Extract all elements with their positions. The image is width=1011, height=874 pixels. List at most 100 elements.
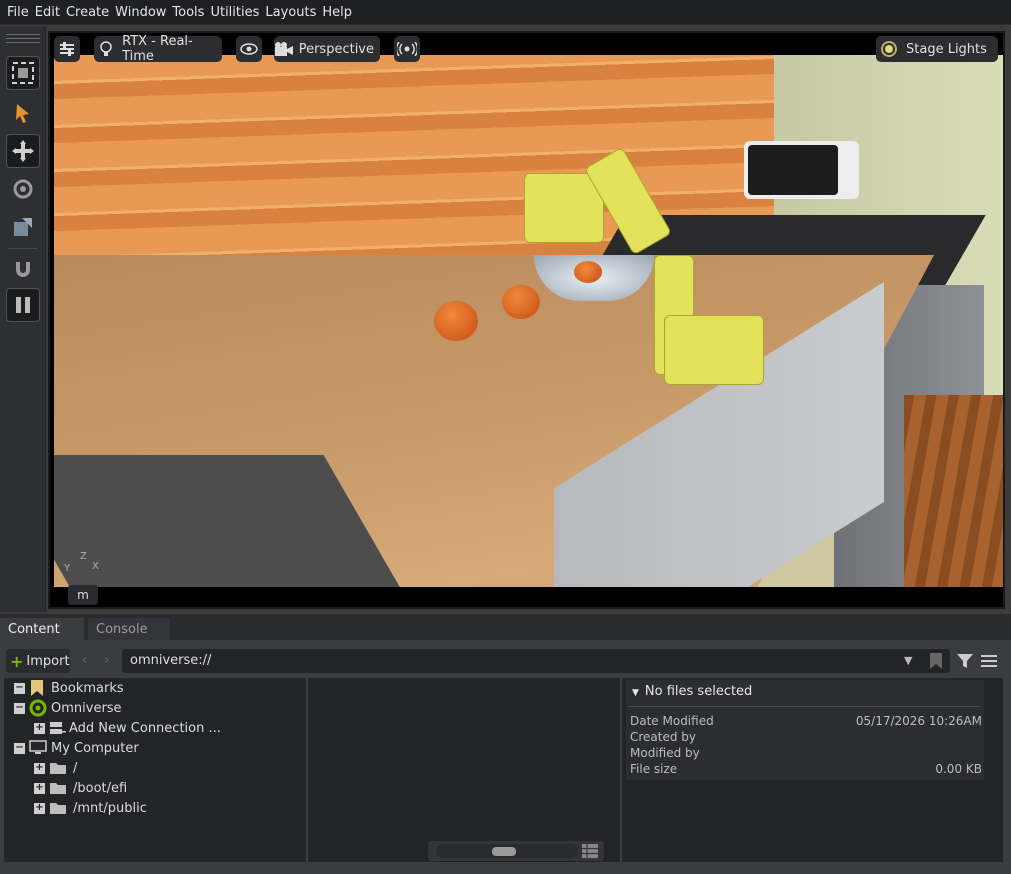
left-toolbar <box>0 26 46 612</box>
file-info-box: ▼ No files selected Date Modified 05/17/2… <box>626 680 984 780</box>
menu-tools[interactable]: Tools <box>169 5 207 20</box>
folder-tree: − Bookmarks − Omniverse + Add New Connec… <box>4 678 306 862</box>
scale-icon <box>14 218 32 236</box>
grid-view-icon[interactable] <box>582 844 598 858</box>
computer-icon <box>29 740 47 754</box>
robot-gripper <box>664 315 764 385</box>
bookmark-icon[interactable] <box>928 652 944 670</box>
folder-icon <box>50 763 66 774</box>
orange <box>574 261 602 283</box>
camera-icon <box>275 42 294 56</box>
menu-utilities[interactable]: Utilities <box>207 5 262 20</box>
expand-icon[interactable]: + <box>34 802 45 814</box>
tab-console[interactable]: Console <box>88 618 170 640</box>
created-by-row: Created by <box>630 730 697 744</box>
toolbar-grip[interactable] <box>6 34 40 46</box>
orange <box>434 301 478 341</box>
bookmark-folder-icon <box>31 680 43 696</box>
stage-lights-dropdown[interactable]: Stage Lights <box>876 36 998 62</box>
sun-icon <box>881 41 897 57</box>
folder-icon <box>50 783 66 794</box>
visibility-button[interactable] <box>236 36 262 62</box>
path-dropdown-icon[interactable]: ▼ <box>904 654 912 667</box>
menu-file[interactable]: File <box>4 5 32 20</box>
renderer-label: RTX - Real-Time <box>122 34 193 64</box>
tree-item-mnt-public[interactable]: + /mnt/public <box>34 798 147 818</box>
cursor-arrow-icon <box>16 104 29 123</box>
omniverse-icon <box>29 699 47 717</box>
lightbulb-icon <box>100 41 112 56</box>
select-tool-button[interactable] <box>6 96 40 130</box>
forward-arrow-icon[interactable]: › <box>104 652 110 668</box>
date-modified-row: Date Modified 05/17/2026 10:26AM <box>630 714 982 728</box>
expand-icon[interactable]: + <box>34 762 45 774</box>
renderer-dropdown[interactable]: RTX - Real-Time <box>94 34 222 64</box>
content-browser: + Import ‹ › omniverse:// ▼ − Bookmarks … <box>0 640 1011 874</box>
tab-content[interactable]: Content <box>0 618 84 640</box>
collapse-triangle-icon: ▼ <box>632 688 639 698</box>
tree-item-root[interactable]: + / <box>34 758 77 778</box>
tree-item-boot-efi[interactable]: + /boot/efi <box>34 778 127 798</box>
menu-help[interactable]: Help <box>319 5 355 20</box>
info-header[interactable]: ▼ No files selected <box>632 684 752 699</box>
path-input[interactable]: omniverse:// <box>122 649 950 673</box>
collapse-icon[interactable]: − <box>14 682 25 694</box>
magnet-icon <box>16 262 30 277</box>
camera-label: Perspective <box>298 41 374 57</box>
tree-item-omniverse[interactable]: − Omniverse <box>14 698 122 718</box>
pause-button[interactable] <box>6 288 40 322</box>
file-list[interactable] <box>308 678 620 862</box>
expand-icon[interactable]: + <box>34 782 45 794</box>
folder-icon <box>50 803 66 814</box>
scale-tool-button[interactable] <box>6 210 40 244</box>
plus-icon: + <box>10 651 24 671</box>
import-label: Import <box>26 653 70 669</box>
modified-by-row: Modified by <box>630 746 700 760</box>
menu-create[interactable]: Create <box>63 5 112 20</box>
move-arrows-icon <box>12 140 34 162</box>
select-box-icon <box>12 62 34 84</box>
slider-thumb[interactable] <box>492 847 516 856</box>
rotate-tool-button[interactable] <box>6 172 40 206</box>
menu-edit[interactable]: Edit <box>32 5 63 20</box>
divider <box>628 706 980 707</box>
collapse-icon[interactable]: − <box>14 702 25 714</box>
collapse-icon[interactable]: − <box>14 742 25 754</box>
bottom-tabs: Content Console <box>0 614 1011 640</box>
select-mode-button[interactable] <box>6 56 40 90</box>
expand-icon[interactable]: + <box>34 722 45 734</box>
toaster <box>744 141 859 199</box>
rotate-icon <box>13 179 33 199</box>
import-button[interactable]: + Import <box>6 649 70 673</box>
thumbnail-size-slider[interactable] <box>428 841 604 861</box>
menu-layouts[interactable]: Layouts <box>262 5 319 20</box>
tree-item-my-computer[interactable]: − My Computer <box>14 738 139 758</box>
add-server-icon <box>50 722 66 734</box>
m-button[interactable]: m <box>68 585 98 605</box>
scene-render[interactable]: Z Y X <box>54 55 1003 587</box>
toolbar-separator <box>8 248 38 249</box>
back-arrow-icon[interactable]: ‹ <box>82 652 88 668</box>
file-size-row: File size 0.00 KB <box>630 762 982 776</box>
stage-lights-label: Stage Lights <box>906 41 987 57</box>
menu-bar: File Edit Create Window Tools Utilities … <box>0 0 1011 25</box>
file-info-panel: ▼ No files selected Date Modified 05/17/2… <box>622 678 1003 862</box>
viewport[interactable]: Z Y X RTX - Real-Time Perspective Stage … <box>48 31 1005 609</box>
snap-button[interactable] <box>6 252 40 286</box>
tree-item-bookmarks[interactable]: − Bookmarks <box>14 678 124 698</box>
eye-icon <box>240 43 258 55</box>
viewport-footer <box>50 587 1003 607</box>
move-tool-button[interactable] <box>6 134 40 168</box>
hamburger-menu-icon[interactable] <box>980 653 998 669</box>
content-toolbar: + Import ‹ › omniverse:// ▼ <box>4 648 1003 674</box>
tree-item-add-connection[interactable]: + Add New Connection ... <box>34 718 221 738</box>
broadcast-icon <box>397 42 417 56</box>
camera-dropdown[interactable]: Perspective <box>274 36 380 62</box>
orange <box>502 285 540 319</box>
broadcast-button[interactable] <box>394 36 420 62</box>
menu-window[interactable]: Window <box>112 5 169 20</box>
viewport-settings-button[interactable] <box>54 36 80 62</box>
filter-icon[interactable] <box>956 653 974 669</box>
sliders-icon <box>60 42 74 56</box>
pause-icon <box>16 297 30 313</box>
